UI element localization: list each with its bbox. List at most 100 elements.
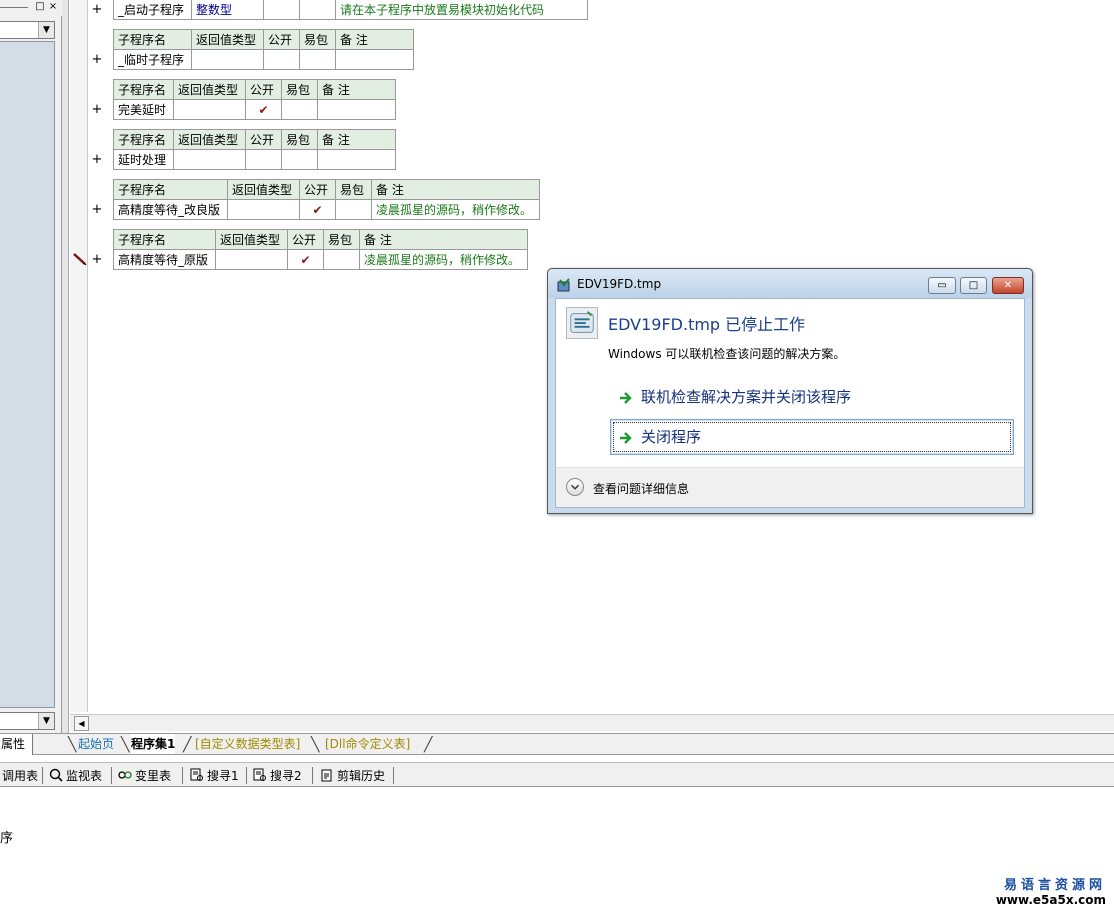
table-header-row: 子程序名 返回值类型 公开 易包 备 注	[113, 129, 396, 150]
epkg-cell[interactable]	[299, 49, 336, 70]
site-watermark: 易语言资源网 www.e5a5x.com	[995, 879, 1106, 908]
dialog-title: EDV19FD.tmp	[577, 277, 662, 291]
maximize-button[interactable]: □	[960, 277, 987, 294]
tab-properties[interactable]: 属性	[0, 734, 33, 755]
object-select-combo[interactable]: ▼	[0, 21, 55, 39]
return-type-cell[interactable]	[227, 199, 300, 220]
public-check-icon[interactable]: ✔	[299, 199, 336, 220]
green-arrow-icon	[620, 432, 632, 444]
chevron-down-icon[interactable]	[566, 478, 584, 496]
panel-restore-button[interactable]: □	[34, 1, 46, 13]
comment-cell[interactable]: 凌晨孤星的源码，稍作修改。	[359, 249, 528, 270]
col-header-name: 子程序名	[113, 129, 174, 150]
comment-cell[interactable]	[317, 149, 396, 170]
sub-name-cell[interactable]: 高精度等待_原版	[113, 249, 216, 270]
col-header-name: 子程序名	[113, 79, 174, 100]
expand-toggle[interactable]: +	[91, 153, 103, 167]
expand-toggle[interactable]: +	[91, 53, 103, 67]
call-table-button[interactable]: 调用表	[2, 768, 38, 784]
col-header-public: 公开	[299, 179, 336, 200]
clip-history-button[interactable]: 剪辑历史	[320, 768, 385, 784]
tab-separator: ╱	[424, 737, 433, 753]
close-program-button[interactable]: 关闭程序	[610, 419, 1014, 455]
sub-table-precise-wait-improved: 子程序名 返回值类型 公开 易包 备 注 高精度等待_改良版 ✔ 凌晨孤星的源码…	[113, 179, 540, 220]
panel-splitter[interactable]	[62, 0, 69, 733]
sub-name-cell[interactable]: _启动子程序	[113, 0, 192, 20]
panel-title-line	[0, 7, 28, 8]
expand-toggle[interactable]: +	[91, 103, 103, 117]
dialog-subtext: Windows 可以联机检查该问题的解决方案。	[608, 347, 846, 361]
chevron-down-icon[interactable]: ▼	[38, 713, 54, 729]
epkg-cell[interactable]	[281, 149, 318, 170]
tab-home[interactable]: 起始页	[78, 734, 114, 754]
dialog-titlebar[interactable]: EDV19FD.tmp ▭ □ ✕	[548, 269, 1032, 298]
panel-close-button[interactable]: ×	[47, 1, 59, 13]
table-header-row: 子程序名 返回值类型 公开 易包 备 注	[113, 179, 540, 200]
public-check-icon[interactable]: ✔	[287, 249, 324, 270]
public-cell[interactable]	[245, 149, 282, 170]
comment-cell[interactable]	[335, 49, 414, 70]
col-header-public: 公开	[245, 129, 282, 150]
tab-program-set[interactable]: 程序集1	[131, 734, 176, 754]
scroll-left-icon[interactable]: ◀	[74, 716, 89, 731]
col-header-name: 子程序名	[113, 179, 228, 200]
close-program-label: 关闭程序	[641, 428, 702, 446]
epkg-cell[interactable]	[281, 99, 318, 120]
return-type-cell[interactable]	[173, 149, 246, 170]
sub-name-cell[interactable]: _临时子程序	[113, 49, 192, 70]
return-type-cell[interactable]	[173, 99, 246, 120]
editor-gutter	[70, 0, 88, 712]
expand-toggle[interactable]: +	[91, 253, 103, 267]
watermark-url: www.e5a5x.com	[995, 893, 1106, 907]
return-type-cell[interactable]: 整数型	[191, 0, 264, 20]
watch-table-button[interactable]: 监视表	[49, 768, 102, 784]
public-cell[interactable]	[263, 0, 300, 20]
comment-cell[interactable]	[317, 99, 396, 120]
crash-dialog: EDV19FD.tmp ▭ □ ✕ EDV19FD.tmp 已停止工作 Wind…	[547, 268, 1033, 514]
comment-cell[interactable]: 请在本子程序中放置易模块初始化代码	[335, 0, 588, 20]
variables-table-label: 变里表	[135, 769, 172, 783]
sub-name-cell[interactable]: 延时处理	[113, 149, 174, 170]
check-online-button[interactable]: 联机检查解决方案并关闭该程序	[610, 379, 1014, 415]
table-row: 高精度等待_原版 ✔ 凌晨孤星的源码，稍作修改。	[113, 249, 528, 270]
col-header-public: 公开	[245, 79, 282, 100]
chevron-down-icon[interactable]: ▼	[38, 22, 54, 38]
epkg-cell[interactable]	[335, 199, 372, 220]
dialog-footer: 查看问题详细信息	[556, 467, 1024, 507]
close-button[interactable]: ✕	[992, 277, 1024, 294]
col-header-comment: 备 注	[317, 129, 396, 150]
search2-button[interactable]: 搜寻2	[253, 768, 302, 784]
toolbar-separator	[182, 767, 183, 784]
variables-table-button[interactable]: 变里表	[118, 768, 171, 784]
toolbar-separator	[111, 767, 112, 784]
property-panel: □ × ▼ ▼	[0, 0, 62, 733]
sub-name-cell[interactable]: 高精度等待_改良版	[113, 199, 228, 220]
public-check-icon[interactable]: ✔	[245, 99, 282, 120]
output-pane[interactable]: 序	[0, 789, 1114, 915]
epkg-cell[interactable]	[299, 0, 336, 20]
editor-horizontal-scrollbar[interactable]: ◀	[70, 714, 1114, 731]
minimize-button[interactable]: ▭	[928, 277, 956, 294]
view-details-link[interactable]: 查看问题详细信息	[593, 480, 689, 497]
public-cell[interactable]	[263, 49, 300, 70]
watch-table-label: 监视表	[66, 769, 103, 783]
app-logo-icon	[566, 307, 598, 339]
panel-bottom-combo[interactable]: ▼	[0, 712, 55, 730]
sub-name-cell[interactable]: 完美延时	[113, 99, 174, 120]
expand-toggle[interactable]: +	[91, 3, 103, 17]
col-header-epkg: 易包	[299, 29, 336, 50]
epkg-cell[interactable]	[323, 249, 360, 270]
search1-button[interactable]: 搜寻1	[190, 768, 239, 784]
expand-toggle[interactable]: +	[91, 203, 103, 217]
col-header-return: 返回值类型	[215, 229, 288, 250]
tab-dll-commands[interactable]: [Dll命令定义表]	[325, 734, 410, 754]
return-type-cell[interactable]	[191, 49, 264, 70]
search-doc-icon	[190, 768, 203, 781]
tab-user-types[interactable]: [自定义数据类型表]	[195, 734, 300, 754]
property-list[interactable]	[0, 41, 55, 708]
clipboard-icon	[321, 769, 332, 782]
return-type-cell[interactable]	[215, 249, 288, 270]
col-header-epkg: 易包	[281, 129, 318, 150]
sub-table-precise-wait-original: 子程序名 返回值类型 公开 易包 备 注 高精度等待_原版 ✔ 凌晨孤星的源码，…	[113, 229, 528, 270]
comment-cell[interactable]: 凌晨孤星的源码，稍作修改。	[371, 199, 540, 220]
